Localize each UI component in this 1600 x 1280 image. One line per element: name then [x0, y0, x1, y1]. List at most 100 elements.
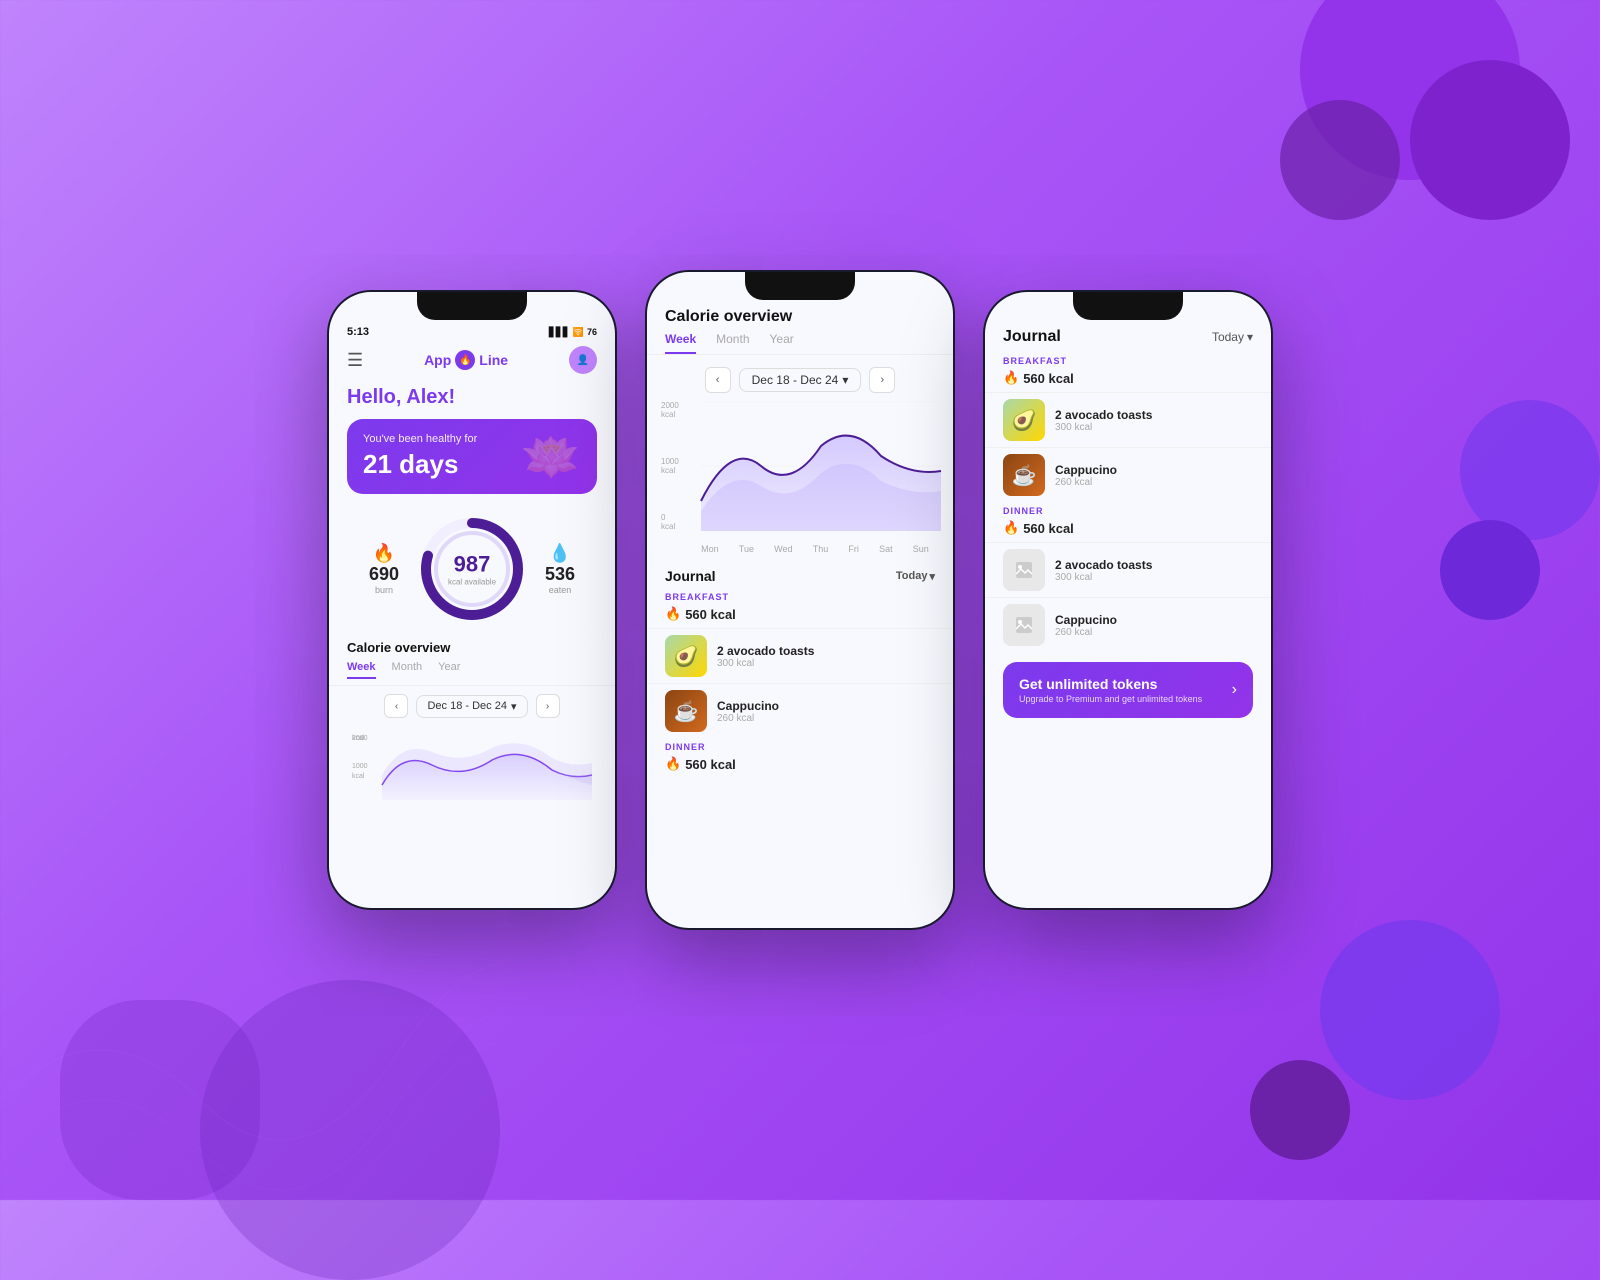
- phone3-scroll[interactable]: BREAKFAST 🔥 560 kcal 🥑 2 avocado toasts …: [985, 352, 1271, 908]
- svg-text:kcal: kcal: [352, 735, 365, 742]
- phone2-chart-area: 2000kcal 1000kcal 0kcal: [647, 401, 953, 542]
- day-tue: Tue: [739, 544, 754, 554]
- app-logo-icon: 🔥: [455, 350, 475, 370]
- blob-4: [1460, 400, 1600, 540]
- menu-icon[interactable]: ☰: [347, 350, 363, 371]
- flame-icon: 🔥: [665, 606, 681, 622]
- breakfast-kcal-value: 560 kcal: [685, 607, 736, 622]
- p3-dinner-flame-icon: 🔥: [1003, 520, 1019, 536]
- p2-date-range[interactable]: Dec 18 - Dec 24 ▾: [739, 368, 862, 392]
- user-avatar[interactable]: 👤: [569, 346, 597, 374]
- healthy-card: You've been healthy for 21 days 🪷: [347, 419, 597, 494]
- p3-cappucino-name: Cappucino: [1055, 463, 1253, 477]
- p3-filter[interactable]: Today ▾: [1212, 330, 1253, 344]
- eaten-value: 536: [545, 564, 575, 585]
- p3-placeholder-thumb-2: [1003, 604, 1045, 646]
- date-range[interactable]: Dec 18 - Dec 24 ▾: [416, 695, 527, 718]
- p2-prev-date-button[interactable]: ‹: [705, 367, 731, 393]
- greeting-suffix: !: [449, 386, 456, 408]
- p2-next-date-button[interactable]: ›: [869, 367, 895, 393]
- tab-year[interactable]: Year: [438, 661, 460, 679]
- p3-coffee-thumb: ☕: [1003, 454, 1045, 496]
- meal-name-avocado: 2 avocado toasts: [717, 644, 935, 658]
- journal-title: Journal: [665, 568, 716, 584]
- meal-name-cappucino: Cappucino: [717, 699, 935, 713]
- p3-dinner-cappucino-info: Cappucino 260 kcal: [1055, 613, 1253, 638]
- available-label: kcal available: [448, 578, 496, 587]
- p3-dinner-avocado-name: 2 avocado toasts: [1055, 558, 1253, 572]
- phone3-notch: [1073, 292, 1183, 320]
- p3-meal-avocado-dinner[interactable]: 2 avocado toasts 300 kcal: [985, 542, 1271, 597]
- p3-meal-cappucino-dinner[interactable]: Cappucino 260 kcal: [985, 597, 1271, 652]
- p3-flame-icon: 🔥: [1003, 370, 1019, 386]
- eaten-icon: 💧: [545, 543, 575, 564]
- meal-info-avocado: 2 avocado toasts 300 kcal: [717, 644, 935, 669]
- phone-1: 5:13 ▋▋▋ 🛜 76 ☰ App 🔥 Line 👤 Hell: [327, 290, 617, 910]
- blob-7: [1250, 1060, 1350, 1160]
- premium-cta[interactable]: Get unlimited tokens Upgrade to Premium …: [1003, 662, 1253, 718]
- calorie-ring: 987 kcal available: [417, 514, 527, 624]
- tab-month[interactable]: Month: [392, 661, 423, 679]
- dinner-kcal-value: 560 kcal: [685, 757, 736, 772]
- phone1-status-icons: ▋▋▋ 🛜 76: [549, 327, 597, 338]
- next-date-button[interactable]: ›: [536, 694, 560, 718]
- dinner-total: 🔥 560 kcal: [647, 754, 953, 778]
- phone2-tabs: Week Month Year: [647, 332, 953, 355]
- journal-header: Journal Today ▾: [647, 562, 953, 588]
- p3-meal-avocado-breakfast[interactable]: 🥑 2 avocado toasts 300 kcal: [985, 392, 1271, 447]
- cta-text: Get unlimited tokens Upgrade to Premium …: [1019, 676, 1202, 704]
- p2-date-range-text: Dec 18 - Dec 24: [752, 373, 839, 387]
- eaten-label: eaten: [545, 585, 575, 595]
- day-thu: Thu: [813, 544, 829, 554]
- phone1-chart: 2000 kcal 1000 kcal: [329, 726, 615, 806]
- p3-filter-text: Today: [1212, 330, 1244, 344]
- meal-info-cappucino: Cappucino 260 kcal: [717, 699, 935, 724]
- meal-item-cappucino-breakfast[interactable]: ☕ Cappucino 260 kcal: [647, 683, 953, 738]
- p3-avocado-thumb: 🥑: [1003, 399, 1045, 441]
- y-label-0: 0kcal: [661, 513, 679, 531]
- meal-kcal-cappucino: 260 kcal: [717, 713, 935, 724]
- meal-kcal-avocado: 300 kcal: [717, 658, 935, 669]
- app-logo: App 🔥 Line: [424, 350, 508, 370]
- dinner-label: DINNER: [647, 738, 953, 754]
- p2-tab-week[interactable]: Week: [665, 332, 696, 354]
- p2-tab-year[interactable]: Year: [770, 332, 794, 354]
- phone2-header: Calorie overview: [647, 300, 953, 332]
- phone1-date-nav: ‹ Dec 18 - Dec 24 ▾ ›: [329, 686, 615, 726]
- p3-dinner-avocado-kcal: 300 kcal: [1055, 572, 1253, 583]
- app-name-second: Line: [479, 352, 508, 368]
- breakfast-label: BREAKFAST: [647, 588, 953, 604]
- phone1-notch: [417, 292, 527, 320]
- p3-chevron-icon: ▾: [1247, 330, 1253, 344]
- p2-tab-month[interactable]: Month: [716, 332, 749, 354]
- greeting-text: Hello,: [347, 386, 406, 408]
- phone1-header: ☰ App 🔥 Line 👤: [329, 342, 615, 382]
- burn-icon: 🔥: [369, 543, 399, 564]
- phones-container: 5:13 ▋▋▋ 🛜 76 ☰ App 🔥 Line 👤 Hell: [327, 270, 1273, 930]
- mini-chart-svg: 2000 kcal 1000 kcal: [347, 730, 597, 800]
- chart-day-labels: Mon Tue Wed Thu Fri Sat Sun: [647, 542, 953, 562]
- blob-5: [1440, 520, 1540, 620]
- cta-subtitle: Upgrade to Premium and get unlimited tok…: [1019, 694, 1202, 704]
- day-fri: Fri: [848, 544, 859, 554]
- calorie-ring-section: 🔥 690 burn 987 kcal available: [329, 506, 615, 634]
- prev-date-button[interactable]: ‹: [384, 694, 408, 718]
- blob-2: [1410, 60, 1570, 220]
- phone1-status-bar: 5:13 ▋▋▋ 🛜 76: [329, 320, 615, 342]
- p3-dinner-label: DINNER: [985, 502, 1271, 518]
- wifi-icon: 🛜: [573, 327, 584, 338]
- phone3-content: Journal Today ▾ BREAKFAST 🔥 560 kcal 🥑 2…: [985, 320, 1271, 908]
- p3-dinner-avocado-info: 2 avocado toasts 300 kcal: [1055, 558, 1253, 583]
- p3-meal-cappucino-breakfast[interactable]: ☕ Cappucino 260 kcal: [985, 447, 1271, 502]
- greeting: Hello, Alex!: [329, 382, 615, 419]
- p3-placeholder-thumb-1: [1003, 549, 1045, 591]
- chart-svg: [697, 401, 945, 531]
- p3-breakfast-total: 🔥 560 kcal: [985, 368, 1271, 392]
- breakfast-total: 🔥 560 kcal: [647, 604, 953, 628]
- meal-item-avocado-breakfast[interactable]: 🥑 2 avocado toasts 300 kcal: [647, 628, 953, 683]
- journal-filter[interactable]: Today ▾: [896, 570, 935, 583]
- tab-week[interactable]: Week: [347, 661, 376, 679]
- p3-dinner-cappucino-kcal: 260 kcal: [1055, 627, 1253, 638]
- ring-center: 987 kcal available: [448, 552, 496, 587]
- available-value: 987: [448, 552, 496, 578]
